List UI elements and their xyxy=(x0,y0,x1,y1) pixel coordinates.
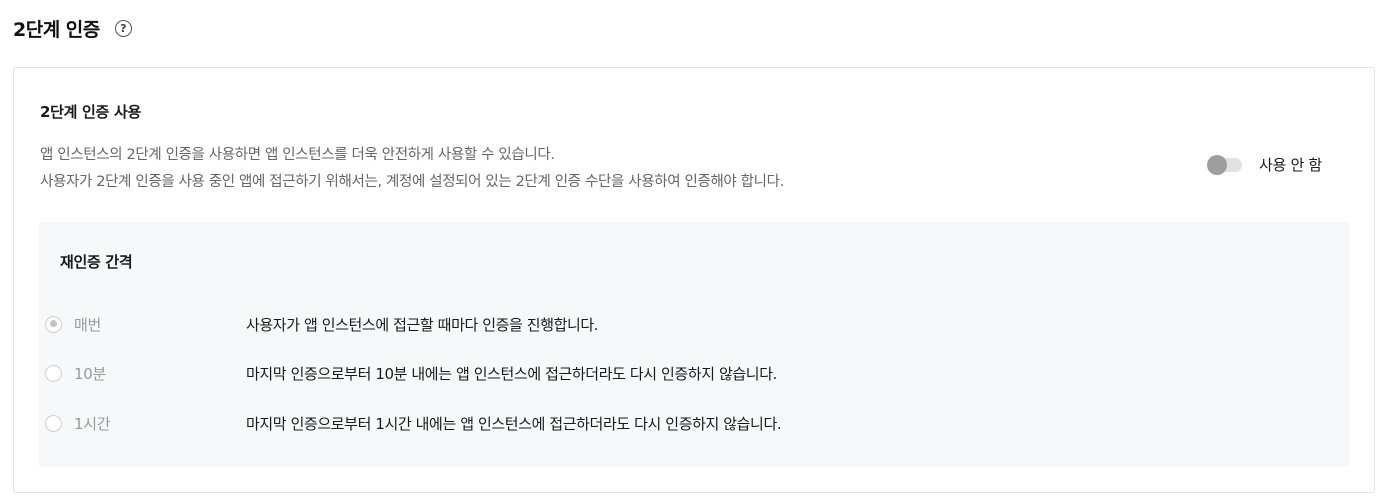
option-label: 매번 xyxy=(74,315,102,334)
reauth-option-every-time[interactable]: 매번 사용자가 앱 인스턴스에 접근할 때마다 인증을 진행합니다. xyxy=(45,313,1305,335)
option-description: 마지막 인증으로부터 10분 내에는 앱 인스턴스에 접근하더라도 다시 인증하… xyxy=(246,364,777,383)
option-description: 마지막 인증으로부터 1시간 내에는 앱 인스턴스에 접근하더라도 다시 인증하… xyxy=(246,414,782,433)
radio-1-hour[interactable] xyxy=(45,414,62,432)
option-label: 10분 xyxy=(74,364,106,383)
two-factor-description-line2: 사용자가 2단계 인증을 사용 중인 앱에 접근하기 위해서는, 계정에 설정되… xyxy=(40,174,784,190)
reauth-option-1-hour[interactable]: 1시간 마지막 인증으로부터 1시간 내에는 앱 인스턴스에 접근하더라도 다시… xyxy=(45,412,1305,434)
two-factor-description-line1: 앱 인스턴스의 2단계 인증을 사용하면 앱 인스턴스를 더욱 안전하게 사용할… xyxy=(40,147,555,163)
page-title: 2단계 인증 xyxy=(13,18,100,41)
two-factor-section-title: 2단계 인증 사용 xyxy=(40,103,141,121)
question-circle-icon[interactable]: ? xyxy=(114,19,132,37)
option-description: 사용자가 앱 인스턴스에 접근할 때마다 인증을 진행합니다. xyxy=(246,315,599,334)
reauth-interval-title: 재인증 간격 xyxy=(60,253,133,271)
option-label: 1시간 xyxy=(74,414,111,433)
page-header: 2단계 인증 ? xyxy=(13,14,132,42)
toggle-knob[interactable] xyxy=(1207,154,1227,175)
toggle-label: 사용 안 함 xyxy=(1259,156,1322,174)
radio-10-minutes[interactable] xyxy=(45,364,62,382)
two-factor-toggle[interactable]: 사용 안 함 xyxy=(1207,154,1322,175)
toggle-track[interactable] xyxy=(1207,154,1242,175)
radio-every-time[interactable] xyxy=(45,315,62,333)
two-factor-card: 2단계 인증 사용 앱 인스턴스의 2단계 인증을 사용하면 앱 인스턴스를 더… xyxy=(13,67,1375,493)
reauth-option-10-minutes[interactable]: 10분 마지막 인증으로부터 10분 내에는 앱 인스턴스에 접근하더라도 다시… xyxy=(45,362,1305,384)
